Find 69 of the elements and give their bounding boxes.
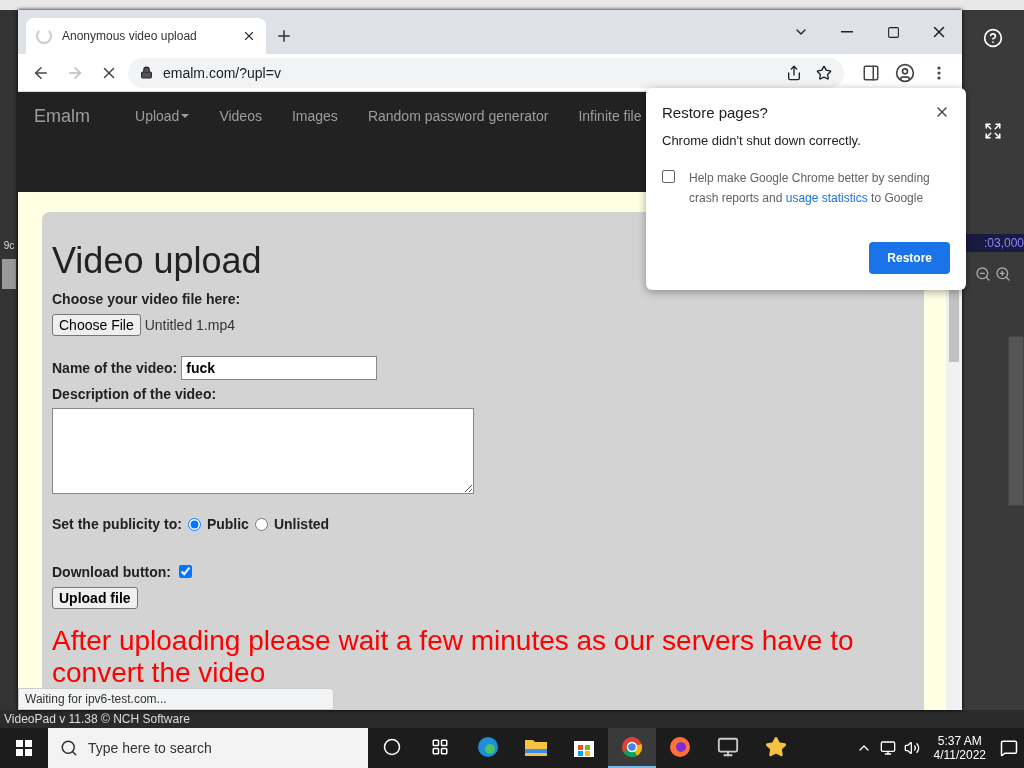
field-label: Name of the video: (52, 360, 178, 376)
expand-icon[interactable] (984, 122, 1002, 140)
share-icon[interactable] (786, 64, 802, 81)
page-heading: Video upload (52, 240, 262, 282)
grid-icon (431, 738, 449, 756)
clip-label: 9c (3, 240, 15, 251)
field-label: Description of the video: (52, 386, 217, 402)
ring-logo-icon (621, 736, 643, 758)
dialog-message: Chrome didn't shut down correctly. (662, 133, 862, 148)
browser-tab[interactable]: Anonymous video upload (26, 18, 266, 54)
search-icon (60, 739, 78, 757)
folder-icon (525, 738, 547, 756)
field-label: Download button: (52, 563, 171, 580)
nav-link[interactable]: Videos (204, 104, 277, 128)
radio-button[interactable] (254, 517, 268, 531)
bookmark-star-icon[interactable] (816, 64, 832, 81)
video-name-input[interactable]: fuck (181, 356, 378, 380)
person-icon (895, 62, 915, 83)
taskbar-search-field[interactable]: Type here to search (48, 728, 368, 768)
clock-time: 5:37 AM (937, 734, 982, 748)
zoom-in-icon[interactable] (995, 266, 1011, 282)
status-bubble: Waiting for ipv6-test.com... (18, 688, 334, 710)
checkbox[interactable] (178, 565, 192, 578)
plus-icon (275, 27, 293, 45)
nav-link[interactable]: Images (276, 104, 353, 128)
help-icon[interactable] (983, 28, 1003, 48)
circle-icon (383, 738, 401, 756)
clock[interactable]: 5:37 AM 4/11/2022 (927, 734, 992, 762)
usage-statistics-link[interactable]: usage statistics (785, 191, 868, 205)
description-textarea[interactable] (52, 408, 474, 494)
zoom-out-icon[interactable] (975, 266, 991, 282)
radio-button[interactable] (187, 517, 201, 531)
scrollbar[interactable] (1008, 336, 1024, 506)
volume-icon[interactable] (903, 740, 920, 756)
radio-label: Unlisted (273, 516, 330, 532)
field-label: Set the publicity to: (52, 516, 182, 532)
checkbox[interactable] (662, 170, 675, 183)
close-icon[interactable] (242, 29, 256, 43)
monitor-icon (717, 736, 739, 758)
tab-title: Anonymous video upload (62, 29, 198, 43)
checkbox-label: Help make Google Chrome better by sending crash reports and usage statistics to Google (689, 170, 931, 207)
windows-logo-icon (16, 740, 32, 756)
minimize-icon (841, 31, 853, 33)
file-name: Untitled 1.mp4 (144, 317, 235, 333)
taskbar-app-button[interactable] (608, 728, 656, 768)
radio-label: Public (206, 516, 249, 532)
restore-button[interactable]: Restore (869, 242, 950, 274)
address-bar[interactable]: emalm.com/?upl=v (128, 57, 844, 88)
notice-text: After uploading please wait a few minutes as our servers have to convert the video (52, 625, 855, 690)
star-icon (765, 736, 787, 758)
clock-date: 4/11/2022 (933, 748, 986, 762)
panel-icon (862, 63, 880, 82)
notification-icon[interactable] (1000, 739, 1018, 757)
field-label: Choose your video file here: (52, 291, 241, 307)
clip-thumbnail (2, 259, 16, 289)
site-brand[interactable]: Emalm (34, 104, 120, 127)
nav-link[interactable]: Upload (120, 104, 205, 128)
search-placeholder: Type here to search (88, 740, 212, 756)
upload-button[interactable]: Upload file (52, 587, 138, 609)
maximize-icon (886, 25, 900, 39)
url-text: emalm.com/?upl=v (163, 64, 281, 81)
choose-file-button[interactable]: Choose File (52, 314, 141, 336)
loading-spinner-icon (36, 28, 52, 44)
lock-icon (140, 66, 153, 79)
menu-icon (937, 65, 941, 80)
nav-link[interactable]: Random password generator (352, 104, 564, 128)
app-version: VideoPad v 11.38 © NCH Software (4, 712, 190, 726)
dialog-title: Restore pages? (662, 104, 768, 121)
network-icon[interactable] (879, 740, 896, 756)
